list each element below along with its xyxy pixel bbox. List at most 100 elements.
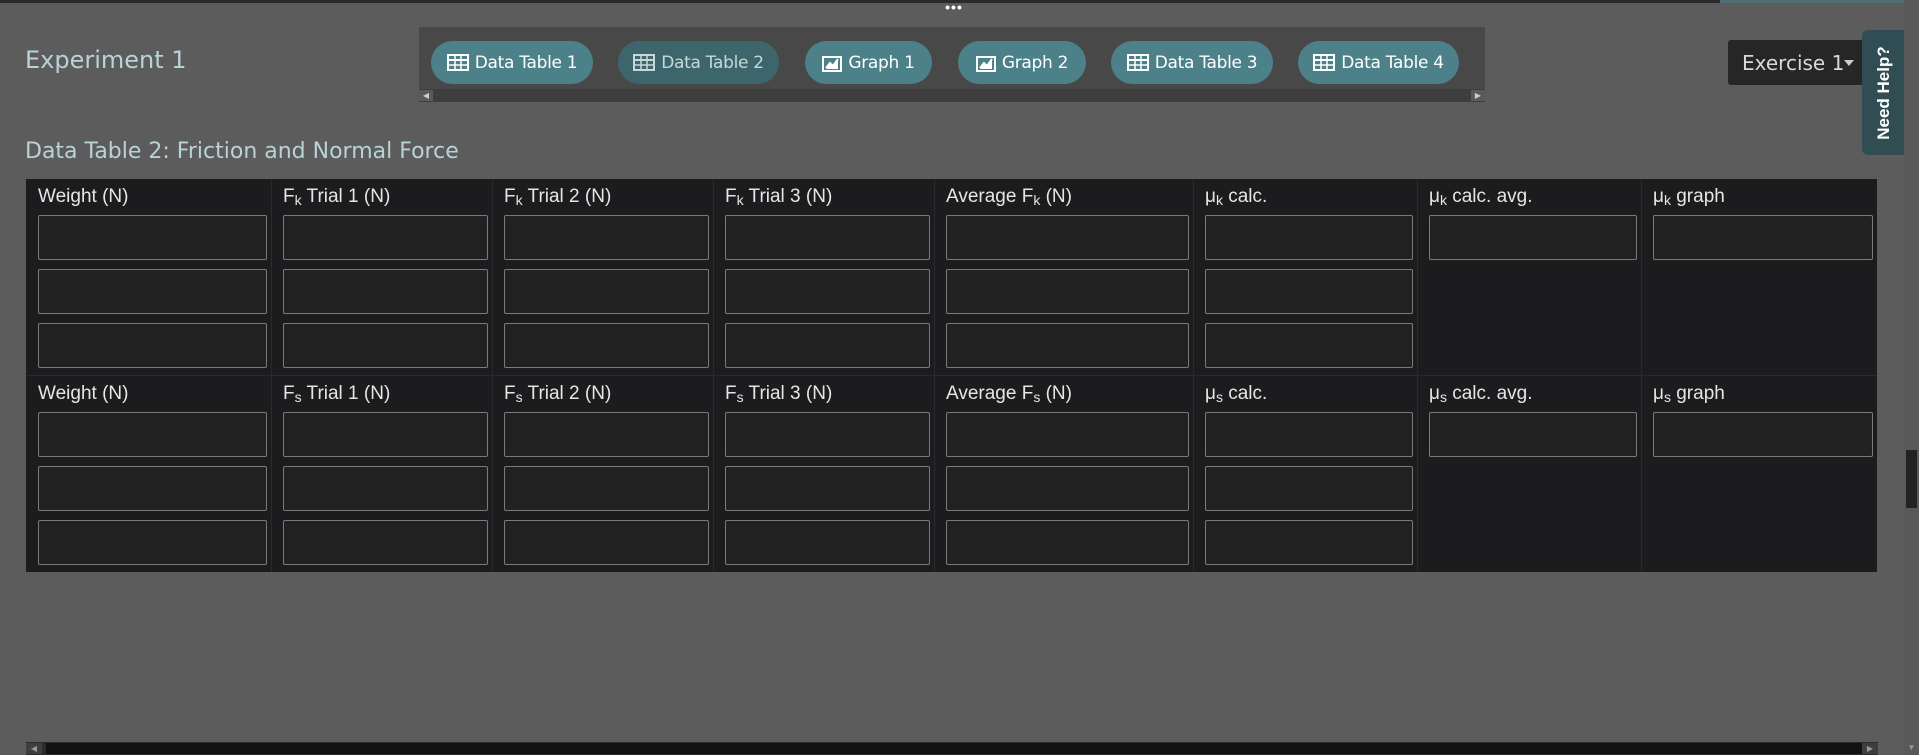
mu-k-calc-field[interactable] <box>1206 270 1412 313</box>
fk-trial-3-input[interactable] <box>725 323 930 368</box>
tab-graph-1[interactable]: Graph 1 <box>805 41 932 84</box>
average-fk-input[interactable] <box>946 215 1189 260</box>
exercise-select[interactable]: Exercise 1 <box>1728 40 1868 85</box>
fs-trial-3-input[interactable] <box>725 520 930 565</box>
fk-trial-1-input[interactable] <box>283 215 488 260</box>
fk-trial-2-input[interactable] <box>504 323 709 368</box>
weight-kinetic-field[interactable] <box>39 324 266 367</box>
weight-kinetic-field[interactable] <box>39 270 266 313</box>
mu-s-calc-field[interactable] <box>1206 467 1412 510</box>
mu-s-calc-field[interactable] <box>1206 413 1412 456</box>
average-fk-input[interactable] <box>946 269 1189 314</box>
fs-trial-1-input[interactable] <box>283 520 488 565</box>
fk-trial-2-field[interactable] <box>505 216 708 259</box>
mu-s-calc-avg-field[interactable] <box>1430 413 1636 456</box>
mu-k-calc-avg-input[interactable] <box>1429 215 1637 260</box>
fs-trial-3-input[interactable] <box>725 466 930 511</box>
mu-k-calc-field[interactable] <box>1206 216 1412 259</box>
weight-static-field[interactable] <box>39 521 266 564</box>
fk-trial-1-field[interactable] <box>284 270 487 313</box>
weight-kinetic-input[interactable] <box>38 323 267 368</box>
scroll-down-icon[interactable]: ▼ <box>1906 742 1917 753</box>
fk-trial-2-field[interactable] <box>505 270 708 313</box>
mu-k-graph-input[interactable] <box>1653 215 1873 260</box>
fs-trial-2-input[interactable] <box>504 412 709 457</box>
scroll-left-icon[interactable]: ◀ <box>419 90 433 101</box>
weight-static-input[interactable] <box>38 520 267 565</box>
mu-s-calc-field[interactable] <box>1206 521 1412 564</box>
mu-k-graph-field[interactable] <box>1654 216 1872 259</box>
weight-static-field[interactable] <box>39 467 266 510</box>
fk-trial-3-field[interactable] <box>726 324 929 367</box>
average-fs-field[interactable] <box>947 467 1188 510</box>
average-fs-input[interactable] <box>946 412 1189 457</box>
horizontal-scrollbar[interactable]: ◀ ▶ <box>26 742 1878 755</box>
fs-trial-2-field[interactable] <box>505 467 708 510</box>
weight-kinetic-input[interactable] <box>38 215 267 260</box>
fk-trial-3-input[interactable] <box>725 215 930 260</box>
fk-trial-3-field[interactable] <box>726 270 929 313</box>
fs-trial-2-field[interactable] <box>505 521 708 564</box>
scrollbar-thumb[interactable] <box>46 743 1862 754</box>
weight-static-input[interactable] <box>38 412 267 457</box>
scroll-right-icon[interactable]: ▶ <box>1862 743 1878 754</box>
tab-data-table-3[interactable]: Data Table 3 <box>1111 41 1273 84</box>
fs-trial-3-field[interactable] <box>726 521 929 564</box>
mu-k-calc-avg-field[interactable] <box>1430 216 1636 259</box>
mu-s-graph-field[interactable] <box>1654 413 1872 456</box>
fs-trial-1-field[interactable] <box>284 521 487 564</box>
fk-trial-1-field[interactable] <box>284 216 487 259</box>
weight-static-field[interactable] <box>39 413 266 456</box>
fs-trial-2-input[interactable] <box>504 520 709 565</box>
mu-k-calc-field[interactable] <box>1206 324 1412 367</box>
average-fk-field[interactable] <box>947 270 1188 313</box>
average-fs-input[interactable] <box>946 466 1189 511</box>
fs-trial-1-input[interactable] <box>283 412 488 457</box>
mu-k-calc-input[interactable] <box>1205 269 1413 314</box>
need-help-button[interactable]: Need Help? <box>1862 30 1906 155</box>
fs-trial-1-field[interactable] <box>284 413 487 456</box>
mu-k-calc-input[interactable] <box>1205 323 1413 368</box>
fk-trial-1-input[interactable] <box>283 323 488 368</box>
fk-trial-3-input[interactable] <box>725 269 930 314</box>
fs-trial-3-field[interactable] <box>726 467 929 510</box>
average-fs-field[interactable] <box>947 413 1188 456</box>
average-fs-input[interactable] <box>946 520 1189 565</box>
average-fk-input[interactable] <box>946 323 1189 368</box>
mu-s-calc-avg-input[interactable] <box>1429 412 1637 457</box>
mu-s-graph-input[interactable] <box>1653 412 1873 457</box>
tab-data-table-1[interactable]: Data Table 1 <box>431 41 593 84</box>
weight-static-input[interactable] <box>38 466 267 511</box>
fs-trial-1-field[interactable] <box>284 467 487 510</box>
mu-k-calc-input[interactable] <box>1205 215 1413 260</box>
tab-data-table-2[interactable]: Data Table 2 <box>618 41 779 84</box>
fs-trial-1-input[interactable] <box>283 466 488 511</box>
scroll-left-icon[interactable]: ◀ <box>26 743 42 754</box>
tab-label: Data Table 2 <box>661 52 764 73</box>
fk-trial-1-field[interactable] <box>284 324 487 367</box>
average-fk-field[interactable] <box>947 216 1188 259</box>
fk-trial-2-input[interactable] <box>504 215 709 260</box>
average-fk-field[interactable] <box>947 324 1188 367</box>
scrollbar-thumb[interactable] <box>1906 450 1917 508</box>
drag-handle[interactable]: ••• <box>939 0 969 14</box>
weight-kinetic-input[interactable] <box>38 269 267 314</box>
tab-bar-scrollbar[interactable]: ◀ ▶ <box>419 89 1485 102</box>
fs-trial-3-field[interactable] <box>726 413 929 456</box>
fk-trial-1-input[interactable] <box>283 269 488 314</box>
average-fs-field[interactable] <box>947 521 1188 564</box>
mu-s-calc-input[interactable] <box>1205 520 1413 565</box>
vertical-scrollbar[interactable]: ▼ <box>1904 0 1919 755</box>
fs-trial-2-field[interactable] <box>505 413 708 456</box>
scroll-right-icon[interactable]: ▶ <box>1471 90 1485 101</box>
tab-data-table-4[interactable]: Data Table 4 <box>1298 41 1459 84</box>
fk-trial-3-field[interactable] <box>726 216 929 259</box>
mu-s-calc-input[interactable] <box>1205 466 1413 511</box>
weight-kinetic-field[interactable] <box>39 216 266 259</box>
fs-trial-3-input[interactable] <box>725 412 930 457</box>
tab-graph-2[interactable]: Graph 2 <box>958 41 1086 84</box>
fk-trial-2-input[interactable] <box>504 269 709 314</box>
fk-trial-2-field[interactable] <box>505 324 708 367</box>
fs-trial-2-input[interactable] <box>504 466 709 511</box>
mu-s-calc-input[interactable] <box>1205 412 1413 457</box>
